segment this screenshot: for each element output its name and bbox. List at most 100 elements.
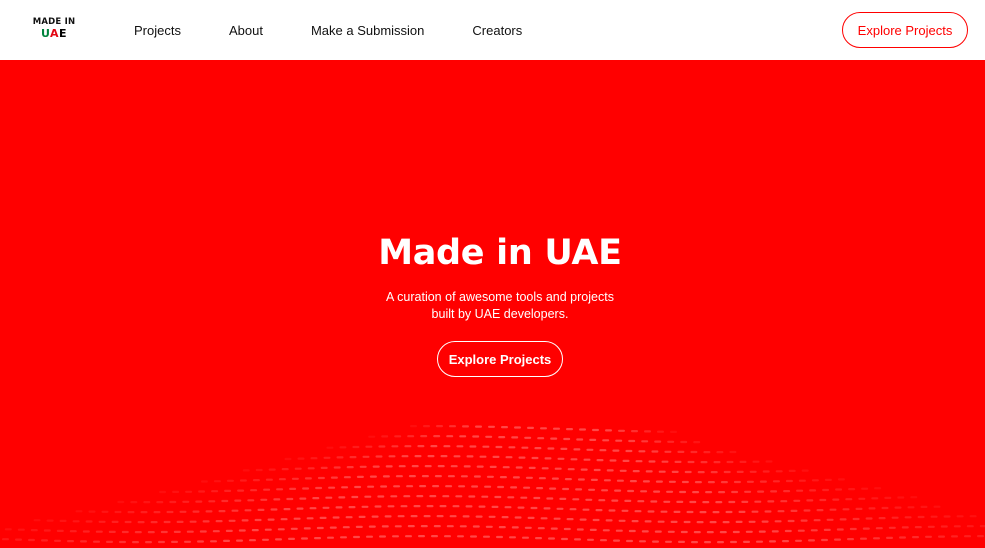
pattern-dot (910, 496, 918, 499)
pattern-dot (514, 426, 521, 429)
pattern-dot (368, 525, 376, 528)
pattern-dot (160, 530, 168, 534)
pattern-dot (559, 497, 567, 500)
pattern-dot (670, 430, 677, 433)
pattern-dot (780, 500, 788, 503)
pattern-dot (365, 445, 373, 448)
pattern-dot (310, 457, 318, 460)
pattern-dot (507, 496, 515, 499)
pattern-dot (585, 498, 593, 501)
pattern-dot (689, 500, 697, 504)
pattern-dot (75, 510, 83, 513)
pattern-dot (567, 468, 575, 471)
pattern-dot (397, 515, 405, 518)
pattern-dot (777, 510, 785, 513)
pattern-dot (579, 518, 587, 521)
nav-link-make-a-submission[interactable]: Make a Submission (311, 23, 424, 38)
pattern-dot (481, 495, 489, 498)
pattern-dot (504, 506, 512, 509)
pattern-dot (437, 465, 445, 468)
pattern-dot (707, 481, 715, 484)
pattern-dot (917, 515, 925, 519)
pattern-dot (302, 487, 310, 490)
pattern-dot (431, 535, 438, 538)
pattern-dot (602, 439, 610, 442)
pattern-dot (537, 527, 545, 530)
pattern-dot (501, 516, 509, 519)
nav-explore-projects-button[interactable]: Explore Projects (842, 12, 968, 48)
pattern-dot (715, 501, 723, 504)
pattern-dot (677, 450, 685, 453)
pattern-dot (381, 525, 389, 528)
pattern-dot (197, 540, 204, 543)
pattern-dot (387, 505, 395, 508)
pattern-dot (566, 518, 574, 521)
pattern-dot (543, 507, 551, 510)
made-in-uae-logo[interactable]: MADE IN UAE (32, 18, 76, 39)
pattern-dot (488, 515, 496, 518)
pattern-dot (169, 500, 177, 504)
pattern-dot (525, 476, 533, 479)
hero-subtitle-line2: built by UAE developers. (431, 307, 569, 321)
pattern-dot (693, 531, 701, 534)
pattern-dot (580, 468, 588, 471)
pattern-dot (150, 521, 158, 524)
pattern-dot (163, 520, 171, 524)
pattern-dot (400, 505, 408, 508)
pattern-dot (644, 520, 652, 523)
pattern-dot (914, 526, 922, 529)
pattern-dot (28, 538, 35, 542)
pattern-dot (420, 525, 428, 528)
pattern-dot (294, 467, 302, 470)
pattern-dot (657, 520, 665, 523)
pattern-dot (563, 437, 571, 441)
pattern-dot (518, 456, 526, 459)
pattern-dot (406, 485, 414, 488)
pattern-dot (101, 510, 109, 513)
pattern-dot (641, 530, 649, 533)
pattern-dot (657, 430, 664, 433)
pattern-dot (826, 518, 834, 521)
pattern-dot (845, 498, 853, 501)
pattern-dot (605, 519, 613, 522)
pattern-dot (218, 510, 226, 513)
pattern-dot (544, 457, 552, 460)
pattern-dot (455, 495, 463, 498)
pattern-dot (800, 519, 808, 522)
pattern-dot (590, 478, 598, 481)
pattern-dot (41, 539, 48, 542)
pattern-dot (330, 476, 338, 479)
pattern-dot (117, 500, 125, 504)
pattern-dot (665, 540, 672, 543)
pattern-dot (405, 535, 412, 538)
pattern-dot (166, 510, 174, 514)
hero-explore-projects-button[interactable]: Explore Projects (437, 341, 563, 377)
pattern-dot (353, 535, 360, 539)
pattern-dot (692, 491, 700, 494)
pattern-dot (739, 460, 747, 463)
pattern-dot (680, 440, 688, 444)
pattern-dot (548, 537, 555, 540)
pattern-dot (231, 509, 239, 512)
pattern-dot (596, 459, 604, 462)
pattern-dot (413, 505, 421, 508)
pattern-dot (725, 510, 733, 514)
pattern-dot (628, 529, 636, 533)
pattern-dot (642, 480, 650, 483)
pattern-dot (697, 471, 705, 474)
nav-link-about[interactable]: About (229, 23, 263, 38)
nav-link-creators[interactable]: Creators (472, 23, 522, 38)
pattern-dot (813, 519, 821, 522)
pattern-dot (762, 470, 770, 473)
logo-line2: UAE (40, 26, 68, 40)
pattern-dot (364, 495, 372, 498)
pattern-dot (385, 465, 393, 468)
pattern-dot (626, 539, 633, 543)
pattern-dot (251, 529, 259, 532)
pattern-dot (615, 529, 623, 532)
pattern-dot (478, 505, 486, 508)
nav-link-projects[interactable]: Projects (134, 23, 181, 38)
pattern-dot (314, 537, 321, 540)
pattern-dot (423, 425, 430, 428)
pattern-dot (670, 520, 678, 523)
